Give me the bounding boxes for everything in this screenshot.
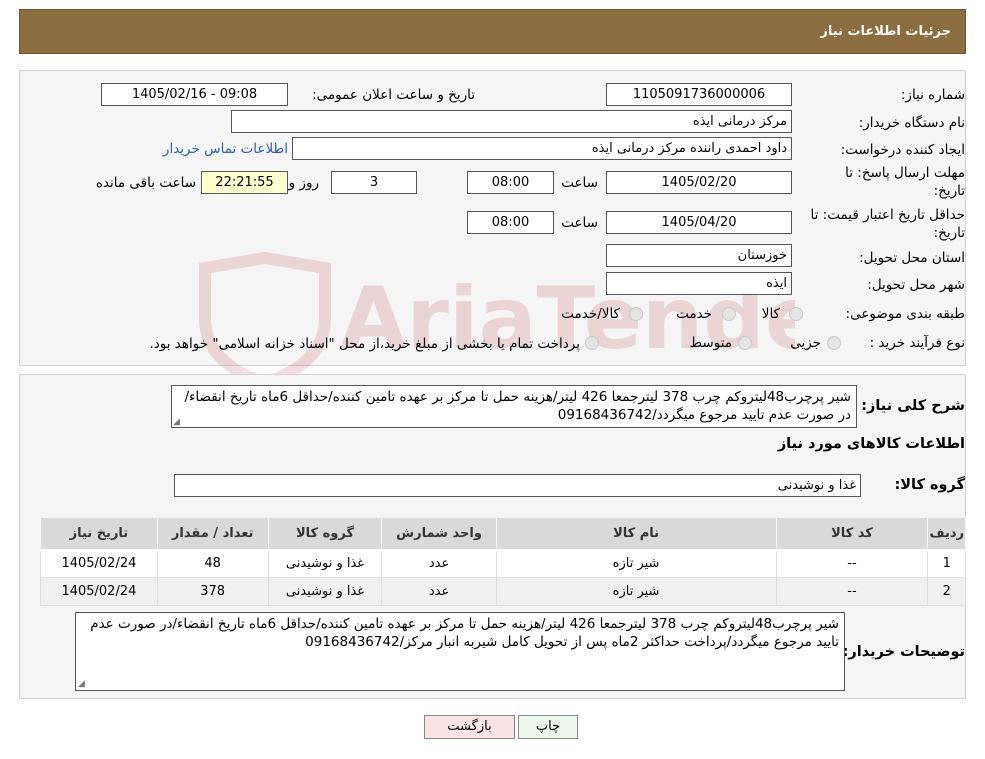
creator-field: داود احمدی راننده مرکز درمانی ایذه [292,137,792,160]
creator-label: ایجاد کننده درخواست: [840,142,965,158]
validity-label: حداقل تاریخ اعتبار قیمت: تا [810,207,965,223]
validity-date-field: 1405/04/20 [606,211,792,234]
page-header: جزئیات اطلاعات نیاز [19,9,966,54]
process-minor-radio[interactable] [827,336,841,350]
deadline-date-field: 1405/02/20 [606,171,792,194]
table-row: 2 -- شیر تازه عدد غذا و نوشیدنی 378 1405… [40,577,966,606]
cell-group: غذا و نوشیدنی [267,577,383,606]
summary-label: شرح کلی نیاز: [861,398,965,414]
remaining-days-field: 3 [331,171,417,194]
province-label: استان محل تحویل: [859,250,965,266]
process-treasury-note: پرداخت تمام یا بخشی از مبلغ خرید،از محل … [149,336,580,352]
validity-label-date: تاریخ: [933,225,965,241]
category-goods-service-radio[interactable] [629,307,643,321]
deadline-label: مهلت ارسال پاسخ: تا [845,165,965,181]
process-medium-radio[interactable] [738,336,752,350]
remaining-time-label: ساعت باقی مانده [95,175,196,191]
page-title: جزئیات اطلاعات نیاز [820,24,951,39]
city-label: شهر محل تحویل: [867,277,965,293]
goods-table-header-row: ردیف کد کالا نام کالا واحد شمارش گروه کا… [40,517,966,551]
col-qty-header: تعداد / مقدار [156,517,269,551]
province-field: خوزستان [606,244,792,267]
summary-textarea: شیر پرچرب48لیتروکم چرب 378 لیترجمعا 426 … [171,385,857,428]
cell-qty: 378 [156,577,269,606]
deadline-time-field: 08:00 [467,171,554,194]
buyer-name-field: مرکز درمانی ایذه [231,110,792,133]
cell-date: 1405/02/24 [40,577,158,606]
goods-group-field: غذا و نوشیدنی [174,474,861,497]
validity-time-field: 08:00 [467,211,554,234]
buyer-notes-label: توضیحات خریدار: [842,644,965,660]
print-button[interactable]: چاپ [518,715,578,739]
cell-unit: عدد [381,577,497,606]
buyer-contact-link[interactable]: اطلاعات تماس خریدار [163,141,288,157]
validity-time-label: ساعت [561,215,598,231]
need-number-label: شماره نیاز: [900,87,965,103]
cell-qty: 48 [156,549,269,578]
table-row: 1 -- شیر تازه عدد غذا و نوشیدنی 48 1405/… [40,549,966,578]
col-name-header: نام کالا [495,517,777,551]
buyer-notes-textarea: شیر پرچرب48لیتروکم چرب 378 لیترجمعا 426 … [75,612,845,691]
announce-label: تاریخ و ساعت اعلان عمومی: [312,87,475,103]
category-goods-service-label: کالا/خدمت [561,306,620,322]
col-date-header: تاریخ نیاز [40,517,158,551]
back-button[interactable]: بازگشت [424,715,515,739]
cell-name: شیر تازه [495,577,777,606]
remaining-time-field: 22:21:55 [201,171,288,194]
category-goods-label: کالا [761,306,780,322]
cell-row: 2 [927,577,966,606]
cell-group: غذا و نوشیدنی [267,549,383,578]
deadline-label-date: تاریخ: [933,183,965,199]
cell-name: شیر تازه [495,549,777,578]
goods-info-title: اطلاعات کالاهای مورد نیاز [777,436,965,452]
category-goods-radio[interactable] [789,307,803,321]
need-number-field: 1105091736000006 [606,83,792,106]
process-minor-label: جزیی [790,335,821,351]
cell-code: -- [775,549,929,578]
col-row-header: ردیف [927,517,966,551]
category-service-radio[interactable] [722,307,736,321]
deadline-time-label: ساعت [561,175,598,191]
days-label: روز و [288,175,319,191]
cell-date: 1405/02/24 [40,549,158,578]
col-unit-header: واحد شمارش [381,517,497,551]
process-medium-label: متوسط [689,335,732,351]
buyer-name-label: نام دستگاه خریدار: [858,115,965,131]
cell-unit: عدد [381,549,497,578]
city-field: ایذه [606,272,792,295]
category-service-label: خدمت [676,306,712,322]
cell-row: 1 [927,549,966,578]
goods-group-label: گروه کالا: [894,477,965,493]
category-label: طبقه بندی موضوعی: [845,306,965,322]
col-group-header: گروه کالا [267,517,383,551]
goods-table: ردیف کد کالا نام کالا واحد شمارش گروه کا… [40,517,966,606]
buyer-notes-resize-grip-icon[interactable]: ◢ [78,679,85,689]
summary-resize-grip-icon[interactable]: ◢ [173,417,180,427]
process-type-label: نوع فرآیند خرید : [869,335,965,351]
process-treasury-radio[interactable] [585,336,599,350]
col-code-header: کد کالا [775,517,929,551]
cell-code: -- [775,577,929,606]
announce-datetime-field: 1405/02/16 - 09:08 [101,83,288,106]
